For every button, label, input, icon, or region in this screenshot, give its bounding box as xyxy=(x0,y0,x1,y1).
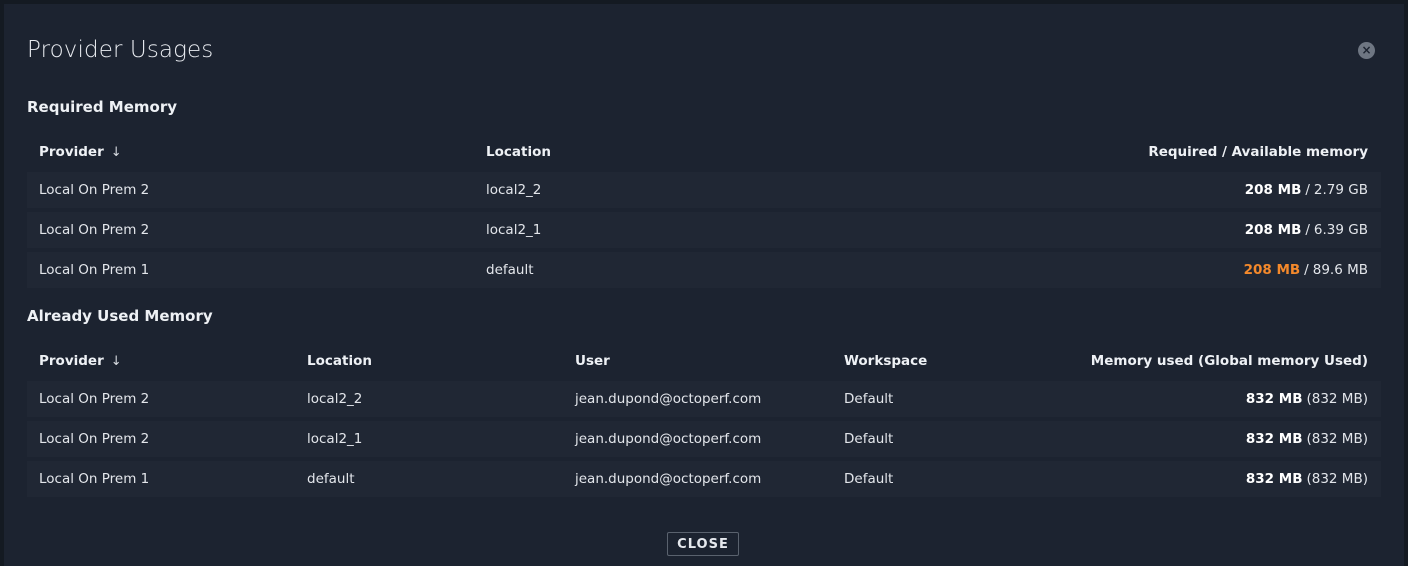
cell-user: jean.dupond@octoperf.com xyxy=(575,471,762,487)
available-memory-value: 2.79 GB xyxy=(1313,182,1368,198)
cell-provider: Local On Prem 2 xyxy=(39,391,150,407)
cell-workspace: Default xyxy=(844,391,894,407)
cell-provider: Local On Prem 1 xyxy=(39,471,150,487)
header-provider[interactable]: Provider ↓ xyxy=(39,132,122,172)
used-memory-table: Provider ↓ Location User Workspace Memor… xyxy=(27,341,1381,501)
header-location[interactable]: Location xyxy=(307,341,372,381)
required-memory-value: 208 MB xyxy=(1243,262,1301,278)
required-memory-value: 208 MB xyxy=(1244,182,1302,198)
table-header: Provider ↓ Location User Workspace Memor… xyxy=(27,341,1381,381)
global-memory-value: (832 MB) xyxy=(1306,471,1368,487)
header-user[interactable]: User xyxy=(575,341,610,381)
used-memory-value: 832 MB xyxy=(1245,391,1303,407)
used-memory-value: 832 MB xyxy=(1245,471,1303,487)
cell-workspace: Default xyxy=(844,471,894,487)
separator: / xyxy=(1305,222,1310,238)
required-memory-value: 208 MB xyxy=(1244,222,1302,238)
cell-location: default xyxy=(486,262,534,278)
cell-location: local2_1 xyxy=(486,222,542,238)
global-memory-value: (832 MB) xyxy=(1306,431,1368,447)
cell-user: jean.dupond@octoperf.com xyxy=(575,431,762,447)
cell-required-available: 208 MB/2.79 GB xyxy=(1245,172,1368,208)
cell-provider: Local On Prem 2 xyxy=(39,182,150,198)
cell-location: local2_1 xyxy=(307,431,363,447)
cell-memory-used: 832 MB (832 MB) xyxy=(1246,461,1368,497)
table-row: Local On Prem 1 default jean.dupond@octope… xyxy=(27,461,1381,497)
cell-provider: Local On Prem 2 xyxy=(39,431,150,447)
arrow-down-icon: ↓ xyxy=(110,353,122,369)
header-location[interactable]: Location xyxy=(486,132,551,172)
separator: / xyxy=(1305,182,1310,198)
cell-location: local2_2 xyxy=(486,182,542,198)
required-memory-title: Required Memory xyxy=(27,98,178,116)
dialog-title: Provider Usages xyxy=(27,37,214,63)
used-memory-value: 832 MB xyxy=(1245,431,1303,447)
table-row: Local On Prem 2 local2_2 jean.dupond@octop… xyxy=(27,381,1381,417)
close-icon[interactable]: × xyxy=(1358,42,1375,59)
header-memory-used[interactable]: Memory used (Global memory Used) xyxy=(1091,341,1368,381)
header-provider[interactable]: Provider ↓ xyxy=(39,341,122,381)
cell-user: jean.dupond@octoperf.com xyxy=(575,391,762,407)
global-memory-value: (832 MB) xyxy=(1306,391,1368,407)
table-row: Local On Prem 2 local2_1 208 MB/6.39 GB xyxy=(27,212,1381,248)
available-memory-value: 89.6 MB xyxy=(1312,262,1368,278)
close-button[interactable]: CLOSE xyxy=(667,532,739,556)
table-row: Local On Prem 1 default 208 MB/89.6 MB xyxy=(27,252,1381,288)
cell-memory-used: 832 MB (832 MB) xyxy=(1246,381,1368,417)
provider-usages-dialog: Provider Usages × Required Memory Provid… xyxy=(4,4,1404,566)
cell-location: default xyxy=(307,471,355,487)
cell-location: local2_2 xyxy=(307,391,363,407)
cell-provider: Local On Prem 2 xyxy=(39,222,150,238)
cell-required-available: 208 MB/89.6 MB xyxy=(1244,252,1368,288)
available-memory-value: 6.39 GB xyxy=(1313,222,1368,238)
table-row: Local On Prem 2 local2_1 jean.dupond@octop… xyxy=(27,421,1381,457)
cell-memory-used: 832 MB (832 MB) xyxy=(1246,421,1368,457)
table-row: Local On Prem 2 local2_2 208 MB/2.79 GB xyxy=(27,172,1381,208)
cell-provider: Local On Prem 1 xyxy=(39,262,150,278)
arrow-down-icon: ↓ xyxy=(110,144,122,160)
required-memory-table: Provider ↓ Location Required / Available… xyxy=(27,132,1381,292)
cell-required-available: 208 MB/6.39 GB xyxy=(1245,212,1368,248)
header-workspace[interactable]: Workspace xyxy=(844,341,927,381)
separator: / xyxy=(1304,262,1309,278)
cell-workspace: Default xyxy=(844,431,894,447)
table-header: Provider ↓ Location Required / Available… xyxy=(27,132,1381,172)
header-required-available-memory[interactable]: Required / Available memory xyxy=(1148,132,1368,172)
used-memory-title: Already Used Memory xyxy=(27,307,213,325)
